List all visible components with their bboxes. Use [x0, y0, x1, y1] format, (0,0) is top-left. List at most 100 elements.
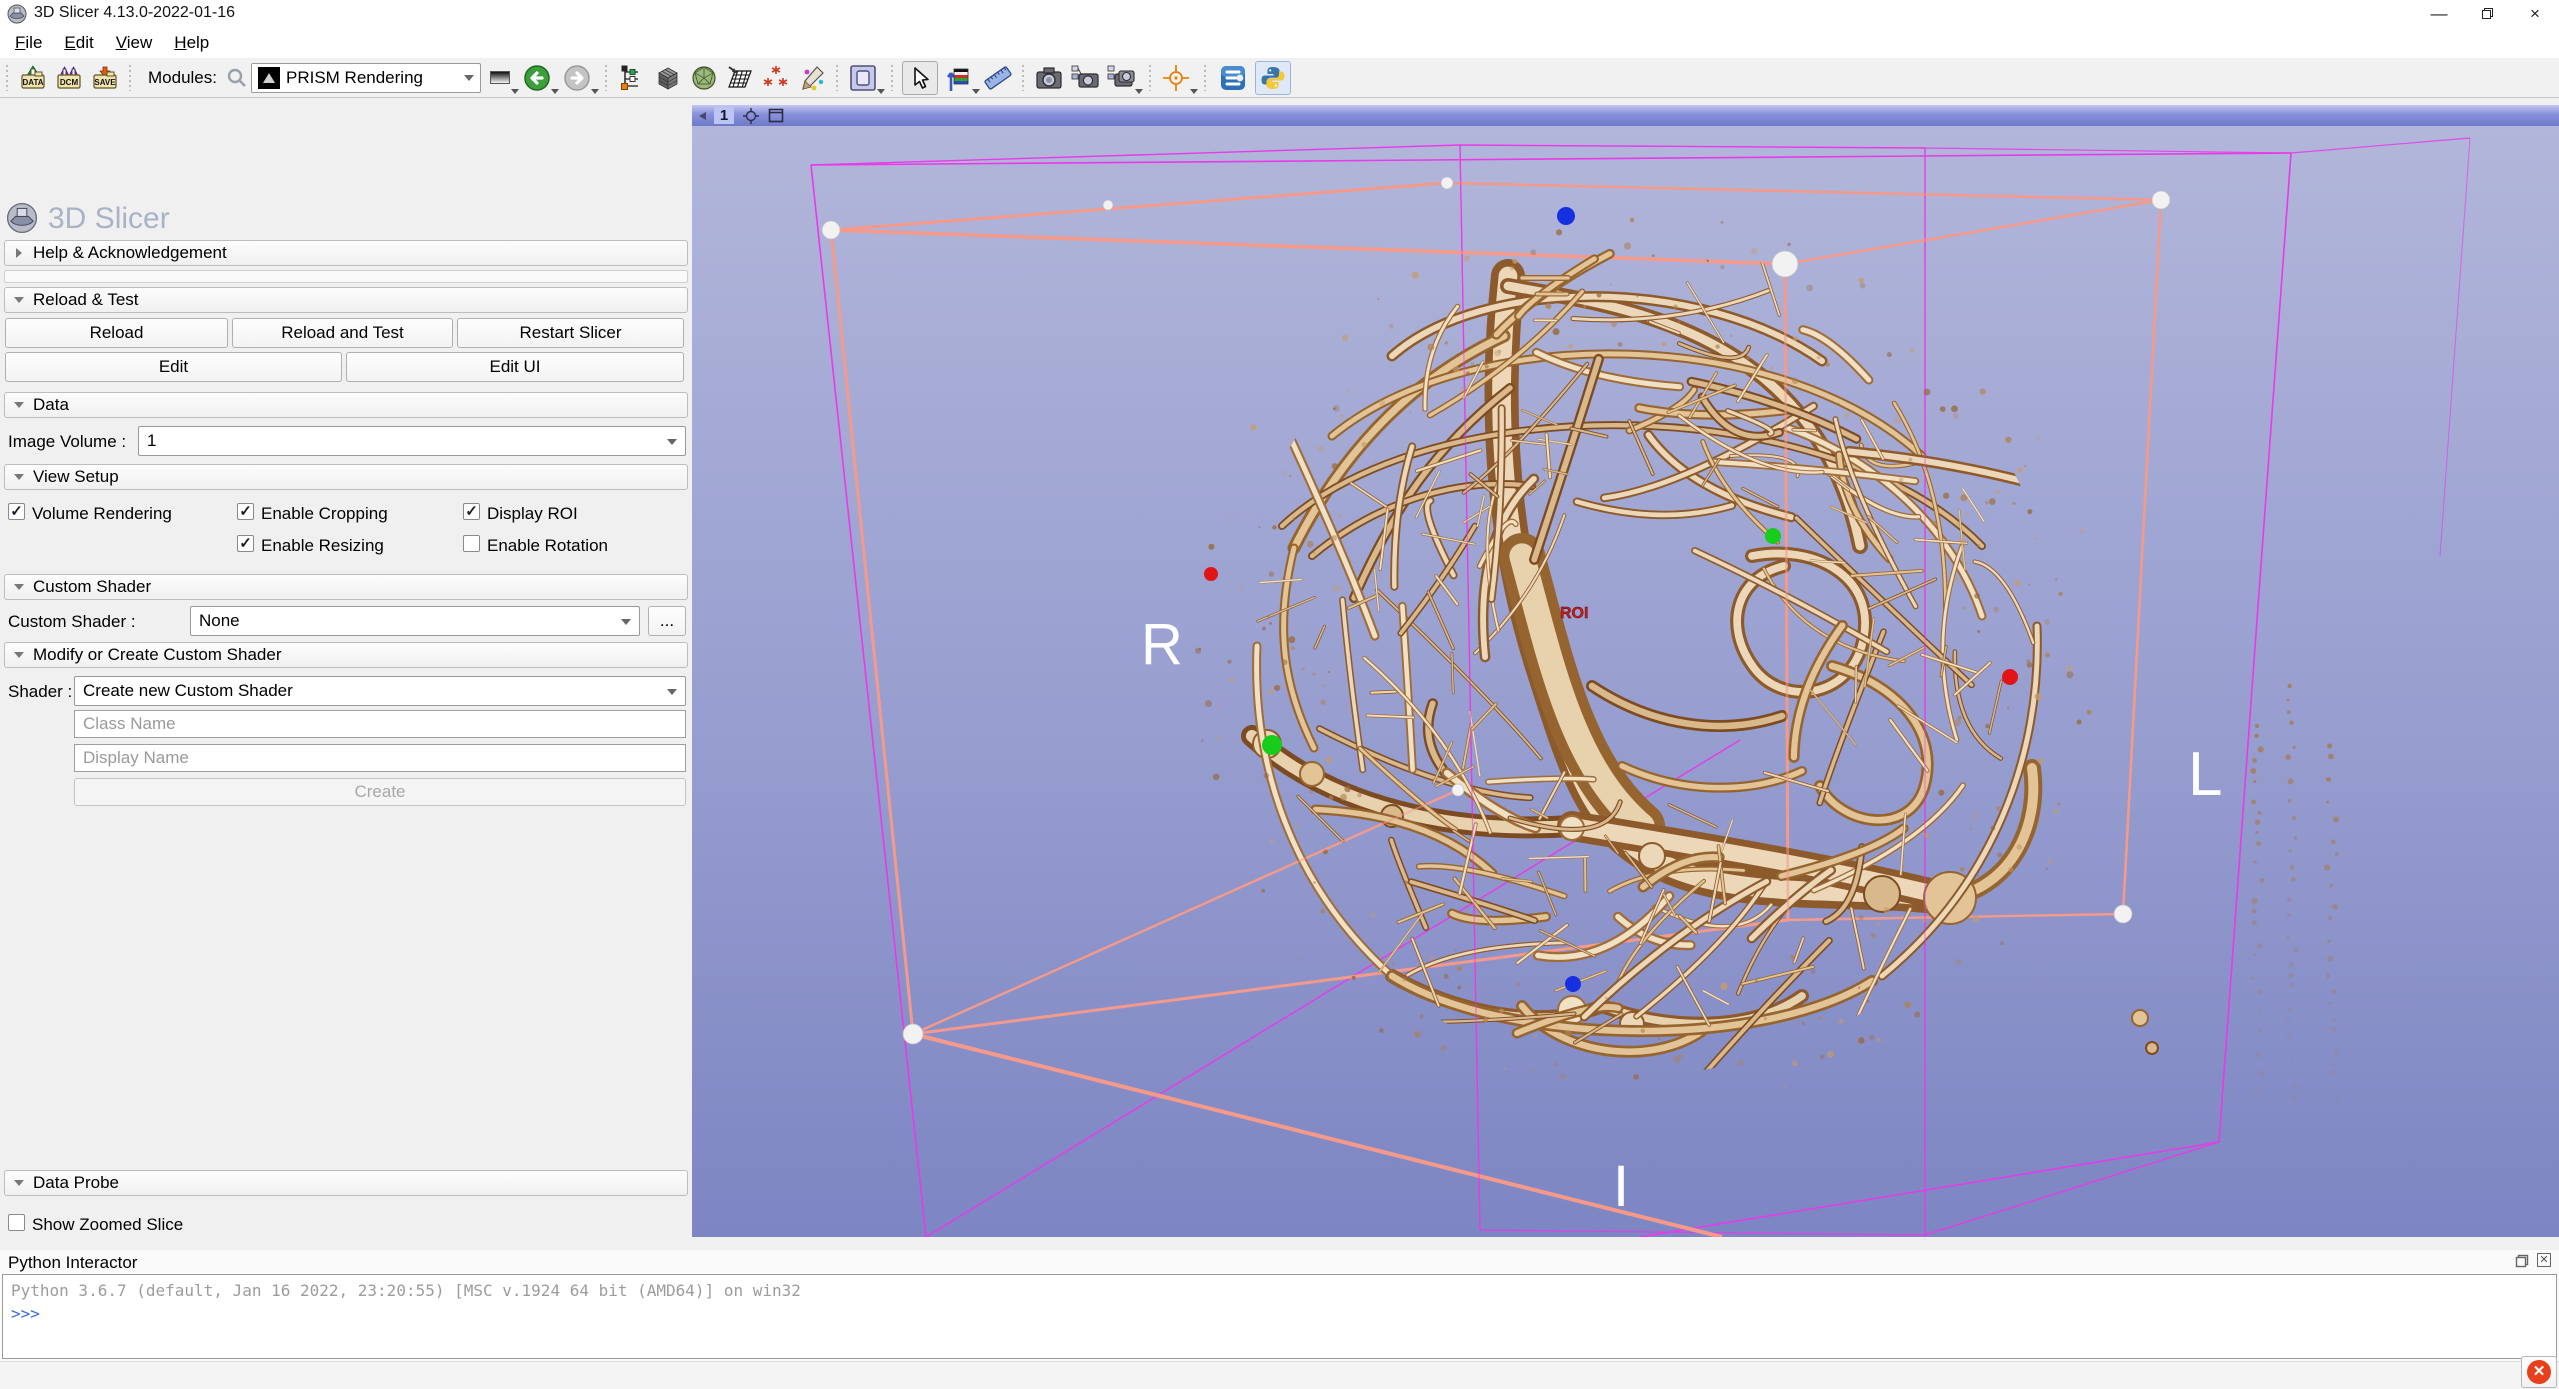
- python-interactor-title: Python Interactor: [8, 1253, 137, 1273]
- place-markup-flag-icon[interactable]: [942, 62, 974, 94]
- expanded-arrow-icon: [14, 297, 24, 303]
- dcm-icon-label: DCM: [60, 78, 79, 87]
- save-icon[interactable]: SAVE: [89, 62, 121, 94]
- layout-dropdown-icon[interactable]: [877, 89, 885, 94]
- markups-pencil-icon[interactable]: [796, 62, 828, 94]
- display-roi-checkbox[interactable]: [463, 503, 480, 520]
- module-back-icon[interactable]: [521, 62, 553, 94]
- layout-selector-icon[interactable]: [847, 62, 879, 94]
- create-button[interactable]: Create: [74, 778, 686, 806]
- module-forward-icon[interactable]: [561, 62, 593, 94]
- edit-ui-button[interactable]: Edit UI: [346, 352, 684, 382]
- show-zoomed-slice-label: Show Zoomed Slice: [32, 1215, 183, 1235]
- modules-label: Modules:: [148, 68, 217, 88]
- custom-shader-label: Custom Shader :: [8, 612, 136, 632]
- menu-file[interactable]: File: [4, 31, 53, 55]
- section-reload-test[interactable]: Reload & Test: [4, 287, 688, 313]
- restore-icon: [2482, 8, 2493, 19]
- minimize-button[interactable]: —: [2415, 0, 2463, 28]
- roi-annotation-label: ROI: [1560, 605, 1588, 622]
- back-dropdown-icon[interactable]: [551, 89, 559, 94]
- place-dropdown-icon[interactable]: [972, 89, 980, 94]
- collapsed-content-strip: [4, 270, 688, 283]
- expanded-arrow-icon: [14, 1180, 24, 1186]
- mesh-transform-icon[interactable]: [724, 62, 756, 94]
- chevron-down-icon: [667, 689, 677, 695]
- module-hierarchy-icon[interactable]: [616, 62, 648, 94]
- modules-combobox[interactable]: PRISM Rendering: [251, 63, 481, 93]
- menu-bar: File Edit View Help: [0, 28, 2559, 58]
- forward-dropdown-icon[interactable]: [591, 89, 599, 94]
- menu-edit[interactable]: Edit: [53, 31, 104, 55]
- enable-cropping-checkbox[interactable]: [237, 503, 254, 520]
- module-search-icon[interactable]: [225, 62, 249, 94]
- title-bar: 3D Slicer 4.13.0-2022-01-16 — ×: [0, 0, 2559, 28]
- corner-handle: [2152, 191, 2170, 209]
- volume-cube-icon[interactable]: [652, 62, 684, 94]
- load-dicom-icon[interactable]: DCM: [53, 62, 85, 94]
- error-log-button[interactable]: ✕: [2521, 1356, 2557, 1388]
- enable-resizing-checkbox[interactable]: [237, 535, 254, 552]
- extensions-manager-icon[interactable]: [1215, 61, 1251, 95]
- maximize-view-icon[interactable]: [768, 108, 784, 123]
- section-view-setup[interactable]: View Setup: [4, 464, 688, 490]
- mouse-interaction-cursor-button[interactable]: [902, 61, 938, 95]
- python-banner: Python 3.6.7 (default, Jan 16 2022, 23:2…: [11, 1281, 2548, 1300]
- slicer-logo-icon: [7, 4, 27, 24]
- expanded-arrow-icon: [14, 474, 24, 480]
- pin-icon[interactable]: [699, 112, 706, 120]
- class-name-input[interactable]: [74, 710, 686, 738]
- float-panel-icon[interactable]: [2515, 1254, 2529, 1268]
- view-center-icon[interactable]: [742, 107, 760, 125]
- module-history-icon[interactable]: [487, 62, 513, 94]
- image-volume-combobox[interactable]: 1: [138, 426, 686, 456]
- edit-button[interactable]: Edit: [5, 352, 342, 382]
- scene-view-restore-icon[interactable]: [1105, 62, 1137, 94]
- orientation-label-i: I: [1613, 1154, 1629, 1219]
- section-data-probe[interactable]: Data Probe: [4, 1170, 688, 1196]
- orientation-label-l: L: [2188, 740, 2222, 809]
- corner-handle: [822, 221, 840, 239]
- threed-viewport[interactable]: R L I ROI: [692, 126, 2559, 1237]
- section-modify-create-shader[interactable]: Modify or Create Custom Shader: [4, 642, 688, 668]
- section-help-acknowledgement[interactable]: Help & Acknowledgement: [4, 240, 688, 266]
- load-data-icon[interactable]: DATA: [17, 62, 49, 94]
- y-axis-handle: [1262, 735, 1282, 755]
- crosshair-dropdown-icon[interactable]: [1190, 89, 1198, 94]
- python-console[interactable]: Python 3.6.7 (default, Jan 16 2022, 23:2…: [2, 1274, 2557, 1359]
- scene-capture-dropdown-icon[interactable]: [1135, 89, 1143, 94]
- python-prompt[interactable]: >>>: [11, 1304, 2548, 1323]
- enable-rotation-checkbox[interactable]: [463, 535, 480, 552]
- display-name-input[interactable]: [74, 744, 686, 772]
- close-button[interactable]: ×: [2511, 0, 2559, 28]
- reload-and-test-button[interactable]: Reload and Test: [232, 318, 453, 348]
- show-zoomed-slice-checkbox[interactable]: [8, 1214, 25, 1231]
- section-data[interactable]: Data: [4, 392, 688, 418]
- crosshair-icon[interactable]: [1160, 62, 1192, 94]
- view-label-badge: 1: [714, 107, 734, 124]
- volume-rendering-checkbox[interactable]: [8, 503, 25, 520]
- custom-shader-combobox[interactable]: None: [190, 606, 640, 636]
- models-sphere-icon[interactable]: [688, 62, 720, 94]
- ruler-icon[interactable]: [982, 62, 1014, 94]
- orientation-label-r: R: [1141, 612, 1183, 677]
- fiducials-icon[interactable]: [760, 62, 792, 94]
- shader-combobox[interactable]: Create new Custom Shader: [74, 676, 686, 706]
- scene-view-capture-icon[interactable]: [1069, 62, 1101, 94]
- menu-help[interactable]: Help: [163, 31, 220, 55]
- section-custom-shader[interactable]: Custom Shader: [4, 574, 688, 600]
- custom-shader-more-button[interactable]: ...: [648, 606, 686, 636]
- menu-view[interactable]: View: [105, 31, 164, 55]
- reload-button[interactable]: Reload: [5, 318, 228, 348]
- threed-view-controller-bar[interactable]: 1: [692, 105, 2559, 126]
- restart-slicer-button[interactable]: Restart Slicer: [457, 318, 684, 348]
- corner-handle: [903, 1024, 923, 1044]
- screenshot-camera-icon[interactable]: [1033, 62, 1065, 94]
- restore-button[interactable]: [2463, 0, 2511, 28]
- y-axis-handle: [1765, 528, 1781, 544]
- z-axis-handle: [1557, 207, 1575, 225]
- close-panel-icon[interactable]: ✕: [2537, 1253, 2551, 1267]
- toolbar-separator: [1020, 65, 1027, 91]
- python-interactor-button[interactable]: [1255, 61, 1291, 95]
- history-dropdown-icon[interactable]: [511, 89, 519, 94]
